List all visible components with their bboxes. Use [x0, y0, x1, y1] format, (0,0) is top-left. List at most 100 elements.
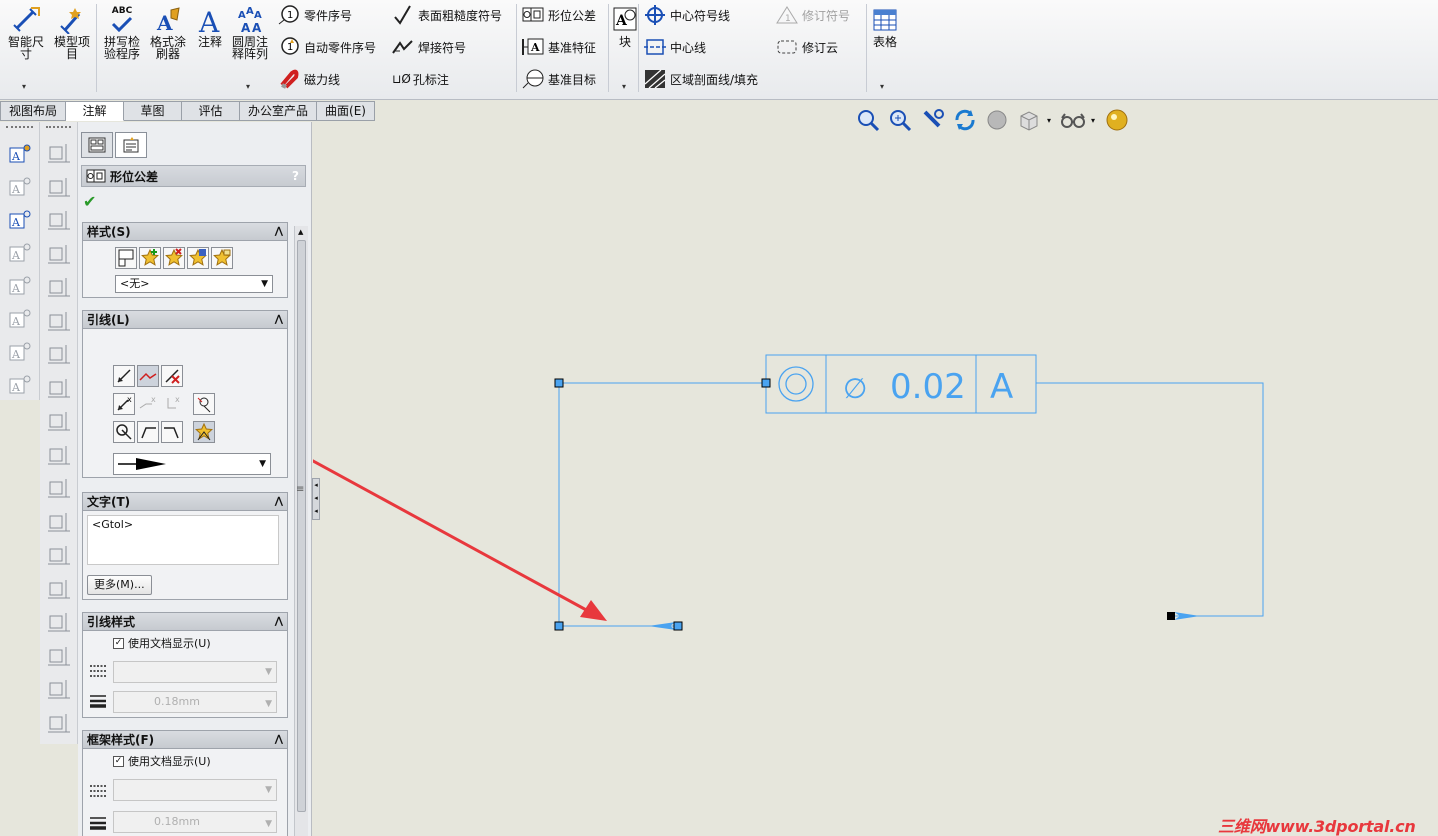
note-block-icon[interactable]: A: [7, 307, 33, 331]
tab-view-layout[interactable]: 视图布局: [0, 101, 67, 121]
tab-property-manager[interactable]: [115, 132, 147, 158]
rebuild-icon[interactable]: [951, 108, 979, 132]
revision-symbol-button[interactable]: 1 修订符号: [776, 4, 850, 26]
collapse-icon[interactable]: ⋀: [275, 496, 283, 507]
center-mark-button[interactable]: 中心符号线: [644, 4, 730, 26]
more-button[interactable]: 更多(M)...: [87, 575, 152, 595]
view-orientation-dropdown-icon[interactable]: ▾: [1047, 116, 1051, 125]
use-document-display-checkbox[interactable]: ✓ 使用文档显示(U): [113, 635, 211, 651]
horizontal-dim-icon[interactable]: [46, 142, 72, 166]
chain-link-icon[interactable]: A: [7, 373, 33, 397]
balloon-button[interactable]: 1 零件序号: [278, 4, 352, 26]
left-leader[interactable]: [554, 378, 771, 631]
help-icon[interactable]: ?: [292, 169, 299, 183]
leader-bent-button[interactable]: [137, 365, 159, 387]
collapse-icon[interactable]: ⋀: [275, 734, 283, 745]
gtol-frame[interactable]: ∅ 0.02 A: [765, 354, 1037, 414]
vertical-dim-icon[interactable]: [46, 176, 72, 200]
space-evenly-icon[interactable]: [46, 377, 72, 401]
toolbar-grip[interactable]: [46, 126, 71, 132]
stack-left-icon[interactable]: [46, 611, 72, 635]
smart-note-icon[interactable]: A: [7, 175, 33, 199]
line-style-select[interactable]: ▼: [113, 661, 277, 683]
leader-handle[interactable]: [761, 378, 771, 388]
group-top-icon[interactable]: [46, 477, 72, 501]
scroll-up-icon[interactable]: ▲: [298, 228, 303, 236]
spell-checker-button[interactable]: ABC 拼写检 验程序: [100, 6, 144, 60]
previous-view-icon[interactable]: [919, 108, 947, 132]
baseline-dim-icon[interactable]: [46, 209, 72, 233]
style-select[interactable]: <无> ▼: [115, 275, 273, 293]
delete-style-button[interactable]: [163, 247, 185, 269]
table-dropdown-icon[interactable]: ▾: [880, 82, 884, 91]
surface-finish-button[interactable]: 表面粗糙度符号: [392, 4, 502, 26]
leader-right-button[interactable]: [161, 421, 183, 443]
block-dropdown-icon[interactable]: ▾: [622, 82, 626, 91]
gtol-text-field[interactable]: <Gtol>: [87, 515, 279, 565]
leader-handle[interactable]: [1167, 612, 1175, 620]
model-items-note-icon[interactable]: A: [7, 274, 33, 298]
collapse-icon[interactable]: ⋀: [275, 616, 283, 627]
note-pattern-dropdown-icon[interactable]: ▾: [246, 82, 250, 91]
leader-angle-button-disabled[interactable]: x: [161, 393, 183, 415]
ok-check-icon[interactable]: ✔: [83, 192, 96, 211]
stack-v-icon[interactable]: [46, 712, 72, 736]
collapse-icon[interactable]: ⋀: [275, 314, 283, 325]
datum-feature-button[interactable]: A 基准特征: [522, 36, 596, 58]
smart-dimension-dropdown-icon[interactable]: ▾: [22, 82, 26, 91]
tab-evaluate[interactable]: 评估: [182, 101, 241, 121]
arrow-style-select[interactable]: ▼: [113, 453, 271, 475]
format-painter-button[interactable]: A 格式涂 刷器: [146, 6, 190, 60]
leader-style-group-header[interactable]: 引线样式 ⋀: [83, 613, 287, 631]
collapse-icon[interactable]: ⋀: [275, 226, 283, 237]
datum-target-button[interactable]: 基准目标: [522, 68, 596, 90]
zoom-to-fit-icon[interactable]: [855, 108, 883, 132]
toolbar-grip[interactable]: [6, 126, 33, 132]
display-style-icon[interactable]: [983, 108, 1011, 132]
tab-feature-tree[interactable]: [81, 132, 113, 158]
tab-sketch[interactable]: 草图: [124, 101, 183, 121]
save-style-button[interactable]: [187, 247, 209, 269]
hide-show-items-icon[interactable]: [1059, 108, 1087, 132]
drawing-canvas[interactable]: ∅ 0.02 A: [313, 101, 1438, 836]
hole-callout-button[interactable]: ⊔Ø 孔标注: [392, 68, 449, 90]
magnetic-line-button[interactable]: 磁力线: [278, 68, 340, 90]
load-style-button[interactable]: [211, 247, 233, 269]
tab-annotation[interactable]: 注解: [66, 101, 125, 121]
leader-smart-button-disabled[interactable]: x: [137, 393, 159, 415]
pm-scrollbar[interactable]: ▲: [294, 226, 308, 836]
resize-grip-icon[interactable]: ≡: [296, 484, 304, 495]
group-bottom-icon[interactable]: [46, 578, 72, 602]
group-mid-icon[interactable]: [46, 511, 72, 535]
ordinate-dim-icon[interactable]: [46, 243, 72, 267]
text-group-header[interactable]: 文字(T) ⋀: [83, 493, 287, 511]
geometric-tolerance-button[interactable]: 形位公差: [522, 4, 596, 26]
leader-nearest-button[interactable]: [193, 421, 215, 443]
frame-style-group-header[interactable]: 框架样式(F) ⋀: [83, 731, 287, 749]
circular-note-pattern-button[interactable]: A A A A A 圆周注 释阵列: [228, 6, 272, 60]
hide-show-dropdown-icon[interactable]: ▾: [1091, 116, 1095, 125]
burst-note-icon[interactable]: A: [7, 340, 33, 364]
set-current-style-button[interactable]: [115, 247, 137, 269]
frame-line-style-select[interactable]: ▼: [113, 779, 277, 801]
view-orientation-icon[interactable]: [1015, 108, 1043, 132]
auto-balloon-button[interactable]: 1 自动零件序号: [278, 36, 376, 58]
block-button[interactable]: A 块: [612, 6, 638, 48]
line-weight-select[interactable]: 0.18mm ▼: [113, 691, 277, 713]
zoom-to-area-icon[interactable]: [887, 108, 915, 132]
scrollbar-thumb[interactable]: [297, 240, 306, 812]
align-left-icon[interactable]: [46, 276, 72, 300]
style-note-icon[interactable]: A: [7, 241, 33, 265]
leader-perpendicular-button[interactable]: x: [113, 393, 135, 415]
no-leader-button[interactable]: [161, 365, 183, 387]
area-hatch-button[interactable]: 区域剖面线/填充: [644, 68, 758, 90]
leader-handle[interactable]: [554, 378, 564, 388]
style-group-header[interactable]: 样式(S) ⋀: [83, 223, 287, 241]
weld-symbol-button[interactable]: 焊接符号: [392, 36, 466, 58]
leader-all-around-button[interactable]: [193, 393, 215, 415]
leader-group-header[interactable]: 引线(L) ⋀: [83, 311, 287, 329]
leader-straight-button[interactable]: [113, 365, 135, 387]
frame-line-weight-select[interactable]: 0.18mm ▼: [113, 811, 277, 833]
stack-right-icon[interactable]: [46, 645, 72, 669]
linked-note-icon[interactable]: A: [7, 208, 33, 232]
